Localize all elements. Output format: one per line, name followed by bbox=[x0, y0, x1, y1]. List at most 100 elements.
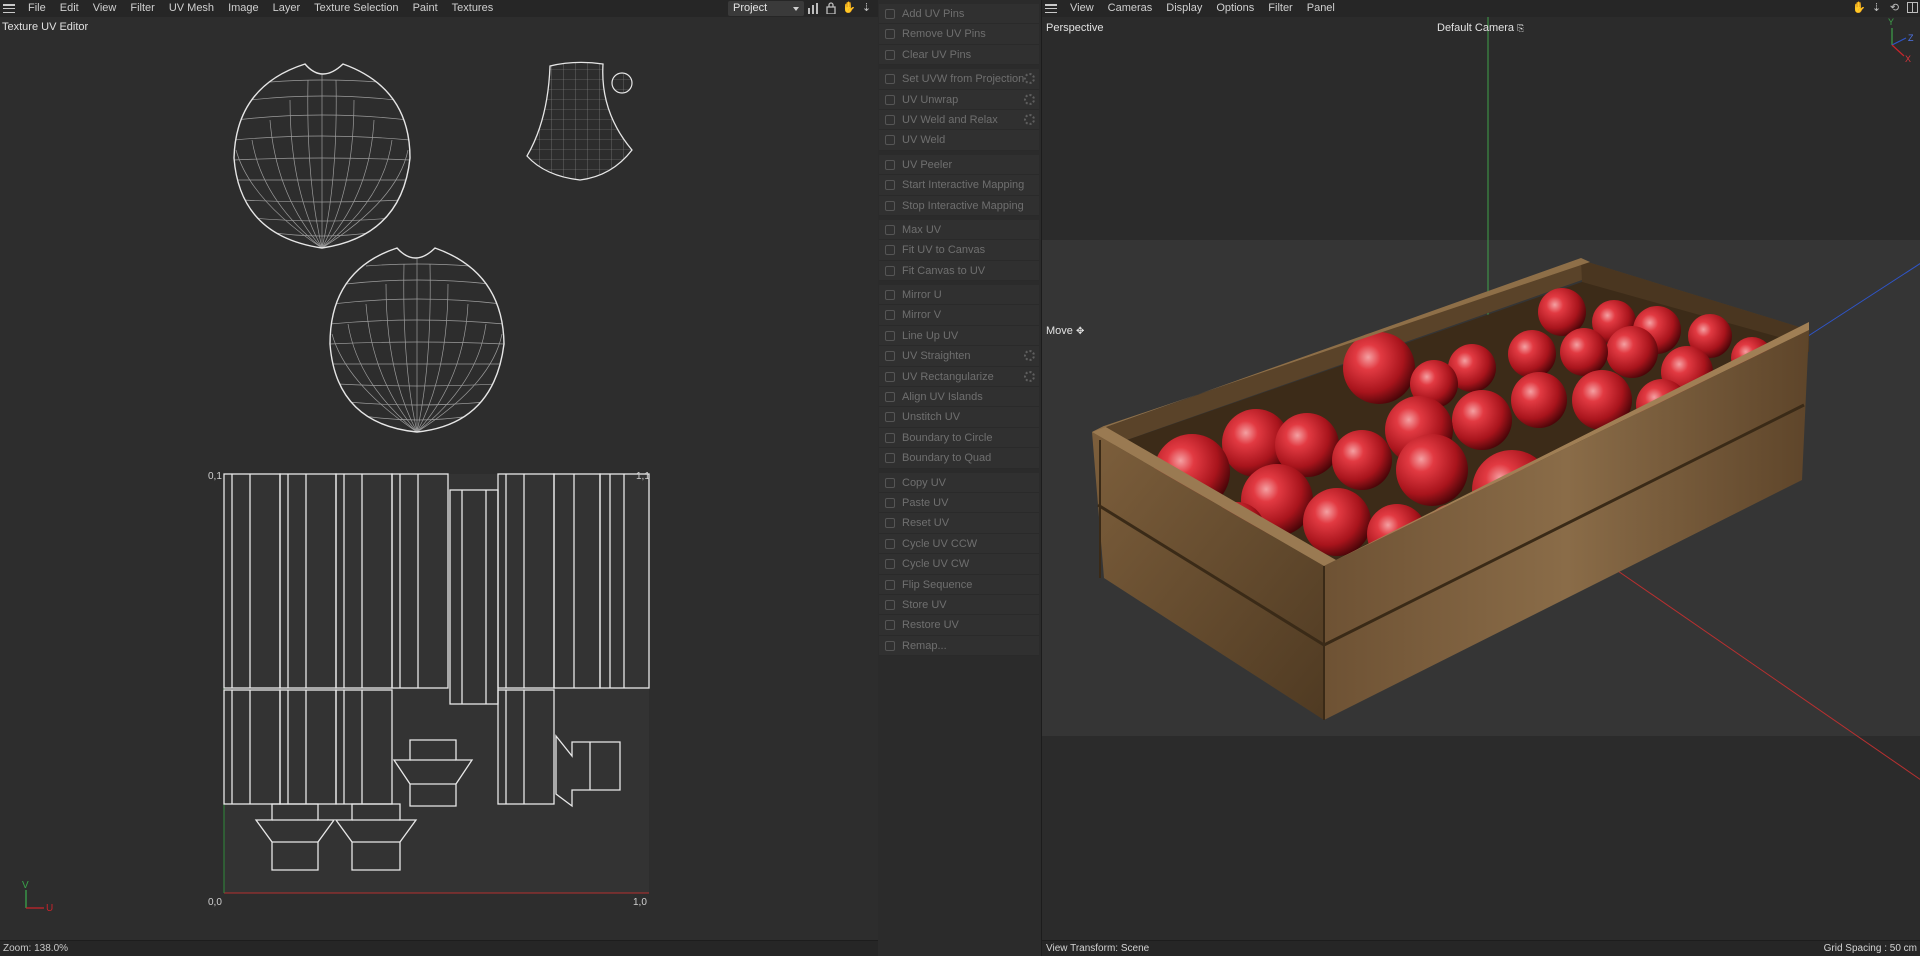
tool-reset-uv[interactable]: Reset UV bbox=[879, 513, 1039, 534]
uv-menu-paint[interactable]: Paint bbox=[406, 0, 445, 17]
tool-label: Clear UV Pins bbox=[902, 48, 972, 61]
gear-icon[interactable] bbox=[1024, 113, 1035, 125]
default-camera-label[interactable]: Default Camera ⎘ bbox=[1437, 22, 1524, 34]
uv-menu-layer[interactable]: Layer bbox=[266, 0, 308, 17]
hand-icon[interactable]: ✋ bbox=[842, 2, 856, 15]
bar-chart-icon[interactable] bbox=[806, 2, 819, 15]
tool-add-uv-pins[interactable]: Add UV Pins bbox=[879, 4, 1039, 25]
move-down-icon[interactable]: ⇣ bbox=[1870, 2, 1883, 15]
tool-uv-unwrap[interactable]: UV Unwrap bbox=[879, 90, 1039, 110]
mirror-u-icon bbox=[885, 290, 895, 301]
gear-icon[interactable] bbox=[1024, 370, 1035, 382]
uv-menu-file[interactable]: File bbox=[21, 0, 53, 17]
weld-icon bbox=[885, 135, 895, 146]
rotate-icon[interactable]: ⟲ bbox=[1888, 2, 1901, 15]
tool-label: Mirror V bbox=[902, 309, 942, 322]
tool-label: Restore UV bbox=[902, 619, 959, 632]
tool-max-uv[interactable]: Max UV bbox=[879, 220, 1039, 241]
uv-menu-filter[interactable]: Filter bbox=[123, 0, 161, 17]
tool-uv-peeler[interactable]: UV Peeler bbox=[879, 155, 1039, 176]
tool-restore-uv[interactable]: Restore UV bbox=[879, 615, 1039, 636]
hamburger-menu-icon[interactable] bbox=[1045, 4, 1057, 13]
uv-menu-view[interactable]: View bbox=[86, 0, 124, 17]
play-icon bbox=[885, 180, 895, 191]
uv-tools-list: Add UV Pins Remove UV Pins Clear UV Pins Se… bbox=[879, 4, 1039, 657]
viewport-menu-cameras[interactable]: Cameras bbox=[1101, 0, 1160, 17]
tool-unstitch-uv[interactable]: Unstitch UV bbox=[879, 407, 1039, 428]
uv-menu-edit[interactable]: Edit bbox=[53, 0, 86, 17]
tool-boundary-to-circle[interactable]: Boundary to Circle bbox=[879, 428, 1039, 449]
grid-spacing-readout: Grid Spacing : 50 cm bbox=[1823, 943, 1917, 954]
tool-fit-canvas-to-uv[interactable]: Fit Canvas to UV bbox=[879, 261, 1039, 282]
viewport-menu-list: View Cameras Display Options Filter Panel bbox=[1063, 0, 1342, 17]
max-uv-icon bbox=[885, 224, 895, 235]
tool-group-2: UV Peeler Start Interactive Mapping Stop I… bbox=[879, 154, 1039, 216]
uv-island-apple-1[interactable] bbox=[230, 60, 420, 255]
tool-label: Align UV Islands bbox=[902, 391, 983, 404]
hamburger-menu-icon[interactable] bbox=[3, 4, 15, 13]
tool-align-uv-islands[interactable]: Align UV Islands bbox=[879, 387, 1039, 408]
tool-paste-uv[interactable]: Paste UV bbox=[879, 493, 1039, 514]
tool-label: Remove UV Pins bbox=[902, 28, 986, 41]
tool-remove-uv-pins[interactable]: Remove UV Pins bbox=[879, 24, 1039, 45]
unwrap-icon bbox=[885, 94, 895, 105]
tool-boundary-to-quad[interactable]: Boundary to Quad bbox=[879, 448, 1039, 469]
uv-island-stem[interactable] bbox=[526, 61, 633, 181]
tool-uv-weld-and-relax[interactable]: UV Weld and Relax bbox=[879, 110, 1039, 131]
tool-store-uv[interactable]: Store UV bbox=[879, 595, 1039, 616]
stop-icon bbox=[885, 200, 895, 211]
tool-cycle-uv-ccw[interactable]: Cycle UV CCW bbox=[879, 534, 1039, 555]
tool-clear-uv-pins[interactable]: Clear UV Pins bbox=[879, 45, 1039, 66]
tool-mirror-v[interactable]: Mirror V bbox=[879, 305, 1039, 326]
viewport-menu-filter[interactable]: Filter bbox=[1261, 0, 1299, 17]
tool-stop-interactive-mapping[interactable]: Stop Interactive Mapping bbox=[879, 196, 1039, 216]
viewport-menu-panel[interactable]: Panel bbox=[1300, 0, 1342, 17]
uv-canvas[interactable] bbox=[0, 40, 720, 940]
uv-island-apple-2[interactable] bbox=[326, 244, 510, 438]
viewport-menu-view[interactable]: View bbox=[1063, 0, 1101, 17]
uv-menu-textures[interactable]: Textures bbox=[445, 0, 501, 17]
viewport-menu-display[interactable]: Display bbox=[1159, 0, 1209, 17]
viewport-3d-canvas[interactable] bbox=[1042, 17, 1920, 940]
move-down-icon[interactable]: ⇣ bbox=[860, 2, 873, 15]
gear-icon[interactable] bbox=[1024, 73, 1035, 85]
uv-menu-image[interactable]: Image bbox=[221, 0, 266, 17]
gizmo-x-label: X bbox=[1905, 54, 1912, 64]
tool-group-1: Set UVW from Projection UV Unwrap UV Weld … bbox=[879, 69, 1039, 151]
tool-group-3: Max UV Fit UV to Canvas Fit Canvas to UV bbox=[879, 219, 1039, 282]
tool-set-uvw-from-projection[interactable]: Set UVW from Projection bbox=[879, 69, 1039, 90]
peeler-icon bbox=[885, 159, 895, 170]
tool-copy-uv[interactable]: Copy UV bbox=[879, 473, 1039, 493]
tool-label: Set UVW from Projection bbox=[902, 73, 1025, 86]
tool-line-up-uv[interactable]: Line Up UV bbox=[879, 326, 1039, 347]
tool-label: Store UV bbox=[902, 598, 947, 611]
layout-icon[interactable] bbox=[1906, 2, 1919, 15]
gizmo-y-label: Y bbox=[1888, 17, 1895, 27]
tool-label: Copy UV bbox=[902, 476, 947, 489]
tool-mirror-u[interactable]: Mirror U bbox=[879, 285, 1039, 306]
tool-uv-weld[interactable]: UV Weld bbox=[879, 130, 1039, 151]
gear-icon[interactable] bbox=[1024, 350, 1035, 362]
tool-label: Fit Canvas to UV bbox=[902, 264, 986, 277]
tool-label: Boundary to Quad bbox=[902, 452, 992, 465]
tool-uv-rectangularize[interactable]: UV Rectangularize bbox=[879, 367, 1039, 388]
lock-icon[interactable] bbox=[824, 2, 837, 15]
tool-remap[interactable]: Remap... bbox=[879, 636, 1039, 657]
viewport-menu-options[interactable]: Options bbox=[1209, 0, 1261, 17]
tool-label: Start Interactive Mapping bbox=[902, 179, 1025, 192]
hand-icon[interactable]: ✋ bbox=[1852, 2, 1866, 15]
weld-relax-icon bbox=[885, 114, 895, 125]
uv-menu-uv-mesh[interactable]: UV Mesh bbox=[162, 0, 221, 17]
tool-uv-straighten[interactable]: UV Straighten bbox=[879, 346, 1039, 367]
u-axis-label: U bbox=[46, 903, 54, 914]
project-select[interactable]: Project bbox=[728, 1, 804, 16]
tool-label: Unstitch UV bbox=[902, 411, 961, 424]
tool-fit-uv-to-canvas[interactable]: Fit UV to Canvas bbox=[879, 240, 1039, 261]
uv-editor-panel: File Edit View Filter UV Mesh Image Layer Textu… bbox=[0, 0, 878, 956]
tool-start-interactive-mapping[interactable]: Start Interactive Mapping bbox=[879, 175, 1039, 196]
gear-icon[interactable] bbox=[1024, 93, 1035, 105]
uv-menu-texture-selection[interactable]: Texture Selection bbox=[307, 0, 405, 17]
tool-cycle-uv-cw[interactable]: Cycle UV CW bbox=[879, 554, 1039, 575]
project-select-value: Project bbox=[733, 2, 768, 14]
tool-flip-sequence[interactable]: Flip Sequence bbox=[879, 575, 1039, 595]
